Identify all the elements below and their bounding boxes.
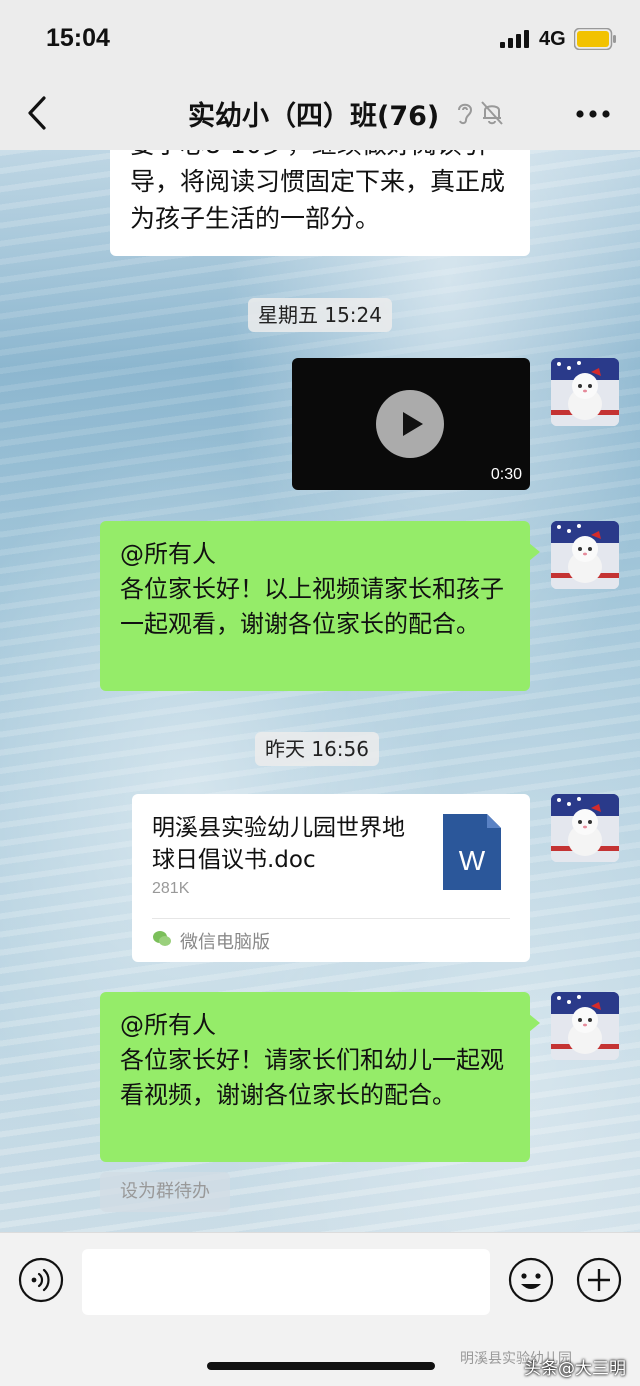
avatar[interactable] [551,521,619,589]
word-icon-letter: W [459,845,486,876]
play-icon[interactable] [376,390,444,458]
file-message[interactable]: 明溪县实验幼儿园世界地球日倡议书.doc 281K W 微信电脑版 [132,794,530,962]
message-input[interactable] [82,1249,490,1315]
mention-all[interactable]: @所有人 [120,1008,510,1043]
chat-timestamp: 星期五 15:24 [248,298,392,332]
divider [152,918,510,919]
chat-title: 实幼小（四）班(76) [188,101,440,132]
back-icon[interactable] [24,94,52,132]
mute-bell-icon [481,101,503,125]
chat-timestamp: 昨天 16:56 [255,732,379,766]
file-source: 微信电脑版 [180,932,270,953]
chat-message-list[interactable]: 要小心8-10岁，继续做好阅读引导，将阅读习惯固定下来，真正成为孩子生活的一部分… [0,150,640,1232]
chat-header: 实幼小（四）班(76) [0,76,640,150]
avatar[interactable] [551,992,619,1060]
file-size: 281K [152,880,190,897]
status-time: 15:04 [46,24,110,52]
plus-icon[interactable] [576,1257,622,1303]
message-bubble-sent[interactable]: @所有人 各位家长好！以上视频请家长和孩子一起观看，谢谢各位家长的配合。 [100,521,540,691]
file-name: 明溪县实验幼儿园世界地球日倡议书.doc [152,815,405,873]
word-document-icon: W [443,814,501,890]
video-message[interactable]: 0:30 [292,358,530,490]
message-text: 各位家长好！请家长们和幼儿一起观看视频，谢谢各位家长的配合。 [120,1046,504,1109]
more-options-icon[interactable] [576,110,610,118]
avatar[interactable] [551,358,619,426]
network-type: 4G [539,28,566,50]
voice-input-icon[interactable] [18,1257,64,1303]
message-bubble-received[interactable]: 要小心8-10岁，继续做好阅读引导，将阅读习惯固定下来，真正成为孩子生活的一部分… [110,150,530,256]
video-duration: 0:30 [490,466,522,483]
message-text: 各位家长好！以上视频请家长和孩子一起观看，谢谢各位家长的配合。 [120,575,504,638]
watermark-platform: 头条@大三明 [524,1359,626,1379]
home-indicator[interactable] [207,1362,435,1370]
earpiece-icon [458,103,473,125]
message-bubble-sent[interactable]: @所有人 各位家长好！请家长们和幼儿一起观看视频，谢谢各位家长的配合。 [100,992,540,1162]
battery-icon [574,28,616,50]
wechat-icon [153,931,171,946]
mention-all[interactable]: @所有人 [120,537,510,572]
emoji-icon[interactable] [508,1257,554,1303]
avatar[interactable] [551,794,619,862]
signal-icon [500,30,529,48]
status-bar: 15:04 4G [0,0,640,76]
message-text: 要小心8-10岁，继续做好阅读引导，将阅读习惯固定下来，真正成为孩子生活的一部分… [130,150,506,233]
set-group-todo-button[interactable]: 设为群待办 [100,1172,230,1212]
